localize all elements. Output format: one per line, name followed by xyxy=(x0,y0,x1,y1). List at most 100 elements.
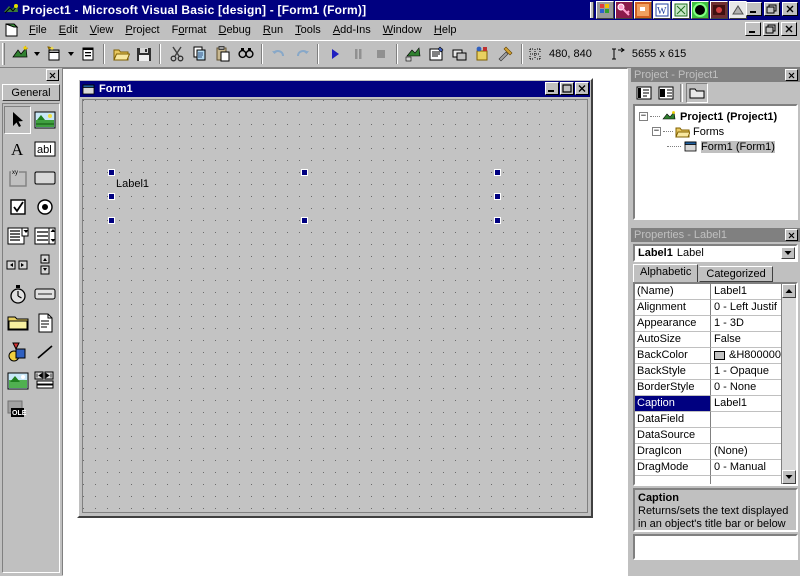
cut-button[interactable] xyxy=(165,43,188,65)
property-value[interactable] xyxy=(711,428,781,444)
tree-node-project[interactable]: − Project1 (Project1) xyxy=(637,109,794,124)
toolbox-hammer-icon[interactable] xyxy=(494,43,517,65)
menu-addins[interactable]: Add-Ins xyxy=(327,22,377,38)
property-value[interactable] xyxy=(711,476,781,484)
project-explorer-button[interactable] xyxy=(402,43,425,65)
start-button[interactable] xyxy=(323,43,346,65)
menu-edit[interactable]: Edit xyxy=(53,22,84,38)
project-tree[interactable]: − Project1 (Project1) − Forms Form1 (For… xyxy=(633,104,798,220)
form-design-surface[interactable]: Label1 xyxy=(82,99,588,513)
form-layout-button[interactable] xyxy=(448,43,471,65)
hscrollbar-tool[interactable] xyxy=(4,251,31,279)
image-tool[interactable] xyxy=(4,367,31,395)
shape-tool[interactable] xyxy=(4,338,31,366)
table-row[interactable]: DragIcon (None) xyxy=(635,444,781,460)
property-value[interactable]: Label1 xyxy=(711,396,781,412)
form-window-titlebar[interactable]: Form1 xyxy=(80,81,590,97)
object-selector-combo[interactable]: Label1 Label xyxy=(633,244,798,262)
table-row[interactable]: DataSource xyxy=(635,428,781,444)
drivelistbox-tool[interactable] xyxy=(31,280,58,308)
table-row[interactable]: BackStyle 1 - Opaque xyxy=(635,364,781,380)
table-row[interactable]: BackColor &H800000C xyxy=(635,348,781,364)
line-tool[interactable] xyxy=(31,338,58,366)
properties-scrollbar[interactable] xyxy=(781,284,796,484)
pointer-tool[interactable] xyxy=(4,106,32,134)
menu-run[interactable]: Run xyxy=(257,22,289,38)
menu-project[interactable]: Project xyxy=(119,22,165,38)
view-code-button[interactable] xyxy=(633,83,655,103)
key-icon[interactable] xyxy=(615,1,633,19)
undo-button[interactable] xyxy=(267,43,290,65)
table-row[interactable]: Appearance 1 - 3D xyxy=(635,316,781,332)
tree-expander-project[interactable]: − xyxy=(639,112,648,121)
selection-handle-bottom-center[interactable] xyxy=(301,217,308,224)
chevron-down-icon[interactable] xyxy=(781,247,795,259)
property-value[interactable]: Label1 xyxy=(711,284,781,300)
add-project-button[interactable] xyxy=(8,43,31,65)
table-row[interactable]: (Name) Label1 xyxy=(635,284,781,300)
mdi-minimize-button[interactable] xyxy=(745,22,761,36)
mdi-close-button[interactable] xyxy=(781,22,797,36)
menu-file[interactable]: File xyxy=(23,22,53,38)
table-row[interactable]: DataField xyxy=(635,412,781,428)
tree-expander-forms[interactable]: − xyxy=(652,127,661,136)
tree-node-forms[interactable]: − Forms xyxy=(637,124,794,139)
table-row[interactable]: DragMode 0 - Manual xyxy=(635,460,781,476)
property-value[interactable]: 0 - Manual xyxy=(711,460,781,476)
tab-categorized[interactable]: Categorized xyxy=(699,266,773,282)
property-value[interactable]: False xyxy=(711,332,781,348)
scroll-down-arrow-icon[interactable] xyxy=(782,470,796,484)
end-button[interactable] xyxy=(369,43,392,65)
listbox-tool[interactable] xyxy=(31,222,58,250)
add-form-button[interactable] xyxy=(42,43,65,65)
excel-icon[interactable] xyxy=(672,1,690,19)
project-panel-close-button[interactable] xyxy=(785,69,798,81)
table-row[interactable]: BorderStyle 0 - None xyxy=(635,380,781,396)
menu-editor-button[interactable] xyxy=(76,43,99,65)
data-tool[interactable] xyxy=(31,367,58,395)
restore-button[interactable] xyxy=(764,2,780,16)
label-tool[interactable]: A xyxy=(4,135,31,163)
filelistbox-tool[interactable] xyxy=(31,309,58,337)
selection-handle-top-right[interactable] xyxy=(494,169,501,176)
table-row-selected[interactable]: Caption Label1 xyxy=(635,396,781,412)
add-form-dropdown[interactable] xyxy=(65,43,76,65)
menu-window[interactable]: Window xyxy=(377,22,428,38)
form-minimize-button[interactable] xyxy=(545,82,559,95)
timer-tool[interactable] xyxy=(4,280,31,308)
picturebox-tool[interactable] xyxy=(31,106,58,134)
vscrollbar-tool[interactable] xyxy=(31,251,58,279)
toolbox-close-button[interactable] xyxy=(46,69,59,81)
form-close-button[interactable] xyxy=(575,82,589,95)
property-value[interactable] xyxy=(711,412,781,428)
photo-icon[interactable] xyxy=(710,1,728,19)
property-value[interactable]: 0 - Left Justif xyxy=(711,300,781,316)
property-value[interactable]: 1 - Opaque xyxy=(711,364,781,380)
powerpoint-icon[interactable] xyxy=(634,1,652,19)
selection-handle-middle-right[interactable] xyxy=(494,193,501,200)
add-project-dropdown[interactable] xyxy=(31,43,42,65)
toolbar-grip[interactable] xyxy=(2,43,5,65)
selection-handle-middle-left[interactable] xyxy=(108,193,115,200)
combobox-tool[interactable] xyxy=(4,222,31,250)
word-icon[interactable]: W xyxy=(653,1,671,19)
find-button[interactable] xyxy=(234,43,257,65)
frame-tool[interactable]: xy xyxy=(4,164,31,192)
mdi-restore-button[interactable] xyxy=(763,22,779,36)
break-button[interactable] xyxy=(346,43,369,65)
menu-format[interactable]: Format xyxy=(166,22,213,38)
office-shortcut-icon[interactable] xyxy=(596,1,614,19)
properties-panel-close-button[interactable] xyxy=(785,229,798,241)
selection-handle-bottom-left[interactable] xyxy=(108,217,115,224)
properties-grid[interactable]: (Name) Label1 Alignment 0 - Left Justif … xyxy=(633,282,798,486)
property-value-backcolor[interactable]: &H800000C xyxy=(711,348,781,364)
table-row-partial[interactable] xyxy=(635,476,781,484)
table-row[interactable]: AutoSize False xyxy=(635,332,781,348)
minimize-button[interactable] xyxy=(746,2,762,16)
object-browser-button[interactable] xyxy=(471,43,494,65)
property-value[interactable]: 1 - 3D xyxy=(711,316,781,332)
checkbox-tool[interactable] xyxy=(4,193,31,221)
commandbutton-tool[interactable] xyxy=(31,164,58,192)
ole-tool[interactable]: OLE xyxy=(4,396,31,424)
form-maximize-button[interactable] xyxy=(560,82,574,95)
